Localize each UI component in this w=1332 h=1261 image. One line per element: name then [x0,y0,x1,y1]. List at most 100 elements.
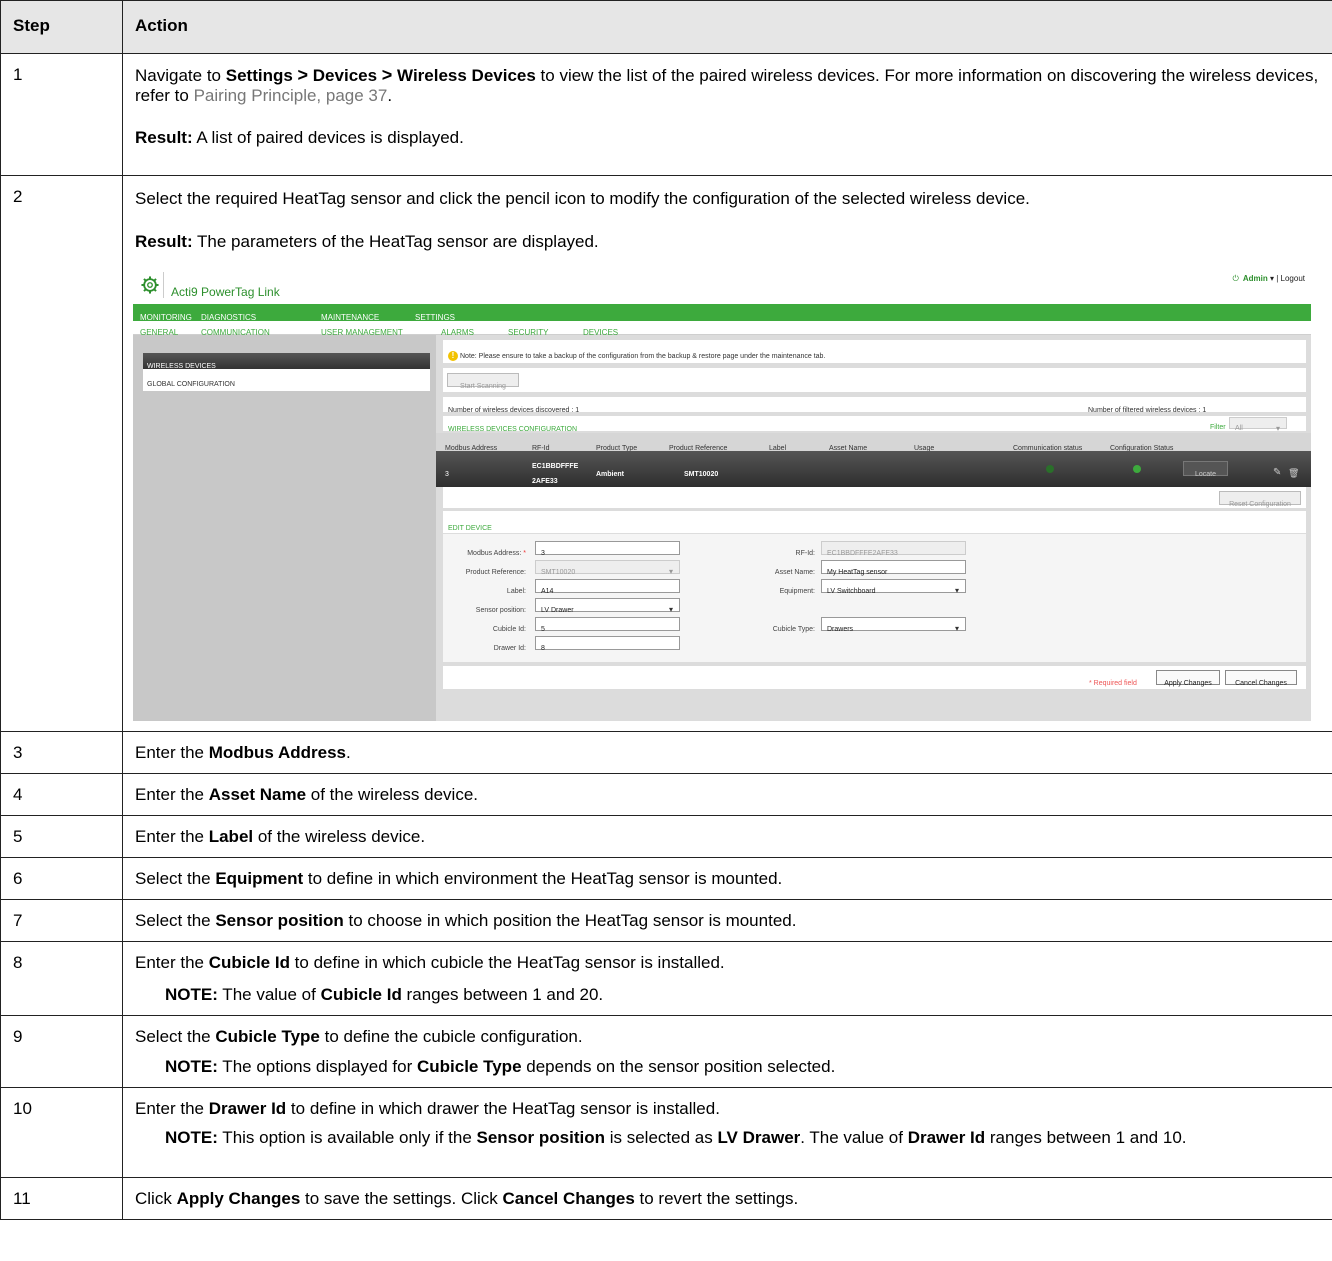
asset-name-field[interactable]: My HeatTag sensor [821,560,966,576]
table-row: 6 Select the Equipment to define in whic… [0,857,1332,900]
separator: | [1276,274,1279,283]
power-icon: ⏻ [1232,274,1239,283]
modbus-cell: 3 [445,471,449,478]
table-row: 9 Select the Cubicle Type to define the … [0,1015,1332,1088]
cubicle-id-label: Cubicle Id: [492,626,526,633]
instruction-text: Enter the Drawer Id to define in which d… [135,1099,1320,1119]
text-span: to choose in which position the HeatTag … [343,911,797,930]
text-span: This option is available only if the [217,1128,477,1147]
path-separator: > [381,65,393,85]
note-text: Note: Please ensure to take a backup of … [460,353,826,360]
sub-nav: GENERAL COMMUNICATION USER MANAGEMENT AL… [133,321,1311,337]
text-span: The value of [217,985,321,1004]
app-header: Acti9 PowerTag Link ⏻ Admin ▾ | Logout [133,264,1311,304]
backup-note: ! Note: Please ensure to take a backup of… [443,340,1306,363]
note-text: NOTE: The options displayed for Cubicle … [135,1057,1320,1077]
term-modbus-address: Modbus Address [208,743,346,762]
product-reference-label: Product Reference: [465,569,526,576]
embedded-screenshot: Acti9 PowerTag Link ⏻ Admin ▾ | Logout MO… [133,264,1311,721]
term-equipment: Equipment [215,869,304,888]
table-row: 5 Enter the Label of the wireless device… [0,815,1332,858]
procedure-table: Step Action 1 Navigate to Settings > Dev… [0,0,1332,1220]
logout-link[interactable]: Logout [1281,274,1305,283]
text-span: Enter the [135,785,209,804]
term-cubicle-id: Cubicle Id [320,985,402,1004]
config-title-bar: WIRELESS DEVICES CONFIGURATION Filter Al… [443,416,1306,439]
form-actions: * Required field Apply Changes Cancel Ch… [443,666,1306,689]
step-number: 1 [0,53,123,176]
step-number: 5 [0,815,123,858]
cubicle-id-field[interactable]: 5 [535,617,680,633]
device-counts: Number of wireless devices discovered : … [443,397,1306,414]
table-row[interactable]: 3 EC1BBDFFFE 2AFE33 Ambient SMT10020 Loc… [436,451,1311,487]
term-apply-changes: Apply Changes [176,1189,301,1208]
trash-icon[interactable]: 🗑 [1288,463,1299,483]
text-span: to save the settings. Click [300,1189,503,1208]
step-number: 11 [0,1177,123,1220]
term-cubicle-type: Cubicle Type [215,1027,320,1046]
text-span: to define in which drawer the HeatTag se… [286,1099,720,1118]
text-span: Select the [135,911,216,930]
text-span: . The value of [800,1128,908,1147]
instruction-text: Select the required HeatTag sensor and c… [135,189,1030,208]
table-row: 4 Enter the Asset Name of the wireless d… [0,773,1332,816]
rfid-label: RF-Id: [795,550,815,557]
text-span: Select the [135,869,216,888]
warning-icon: ! [448,351,458,362]
user-menu[interactable]: ⏻ Admin ▾ | Logout [1233,269,1305,289]
step-number: 9 [0,1015,123,1088]
product-type-cell: Ambient [596,471,624,478]
equipment-select[interactable]: LV Switchboard [821,579,966,601]
action-cell: Select the Cubicle Type to define the cu… [122,1015,1332,1088]
term-drawer-id: Drawer Id [907,1128,986,1147]
pairing-principle-link[interactable]: Pairing Principle, page 37 [194,86,388,105]
text-span: of the wireless device. [306,785,479,804]
label-field[interactable]: A14 [535,579,680,595]
term-sensor-position: Sensor position [476,1128,605,1147]
term-cubicle-type: Cubicle Type [416,1057,522,1076]
drawer-id-label: Drawer Id: [493,645,526,652]
text-span: Select the [135,1027,216,1046]
table-row: 11 Click Apply Changes to save the setti… [0,1177,1332,1220]
reset-bar: Reset Configuration [443,487,1306,508]
action-cell: Enter the Asset Name of the wireless dev… [122,773,1332,816]
locate-button[interactable]: Locate [1183,461,1228,478]
drawer-id-field[interactable]: 8 [535,636,680,652]
sensor-position-label: Sensor position: [475,607,526,614]
reset-configuration-button[interactable]: Reset Configuration [1219,491,1301,508]
result-label: Result: [135,232,193,251]
cubicle-type-select[interactable]: Drawers [821,617,966,639]
table-row: 8 Enter the Cubicle Id to define in whic… [0,941,1332,1016]
chevron-down-icon[interactable]: ▾ [1270,274,1274,283]
sidebar-item-wireless-devices[interactable]: WIRELESS DEVICES [143,353,430,370]
step-number: 8 [0,941,123,1016]
label-field-label: Label: [506,588,526,595]
communication-status-icon [1046,465,1054,473]
cancel-changes-button[interactable]: Cancel Changes [1225,670,1297,687]
menu-path-wireless-devices: Wireless Devices [397,66,536,85]
apply-changes-button[interactable]: Apply Changes [1156,670,1220,687]
action-cell: Select the Equipment to define in which … [122,857,1332,900]
pencil-icon[interactable]: ✎ [1273,463,1281,483]
product-reference-cell: SMT10020 [684,471,719,478]
sensor-position-select[interactable]: LV Drawer [535,598,680,620]
action-cell: Select the Sensor position to choose in … [122,899,1332,942]
text-span: Enter the [135,1099,209,1118]
text-span: depends on the sensor position selected. [521,1057,836,1076]
action-cell: Enter the Modbus Address. [122,731,1332,774]
admin-user[interactable]: Admin [1243,274,1268,283]
start-scanning-button[interactable]: Start Scanning [447,373,519,390]
modbus-address-field[interactable]: 3 [535,541,680,557]
instruction-text: Select the Cubicle Type to define the cu… [135,1027,1320,1047]
sidebar-item-global-configuration[interactable]: GLOBAL CONFIGURATION [143,369,430,391]
filter-select[interactable]: All [1229,417,1287,439]
term-cubicle-id: Cubicle Id [208,953,290,972]
select-value: LV Drawer [541,607,574,614]
equipment-label: Equipment: [779,588,815,595]
term-cancel-changes: Cancel Changes [502,1189,635,1208]
action-cell: Navigate to Settings > Devices > Wireles… [122,53,1332,176]
required-marker: * [523,550,526,557]
select-value: SMT10020 [541,569,576,576]
result-text: Result: The parameters of the HeatTag se… [135,232,1320,252]
action-column-header: Action [122,0,1332,54]
